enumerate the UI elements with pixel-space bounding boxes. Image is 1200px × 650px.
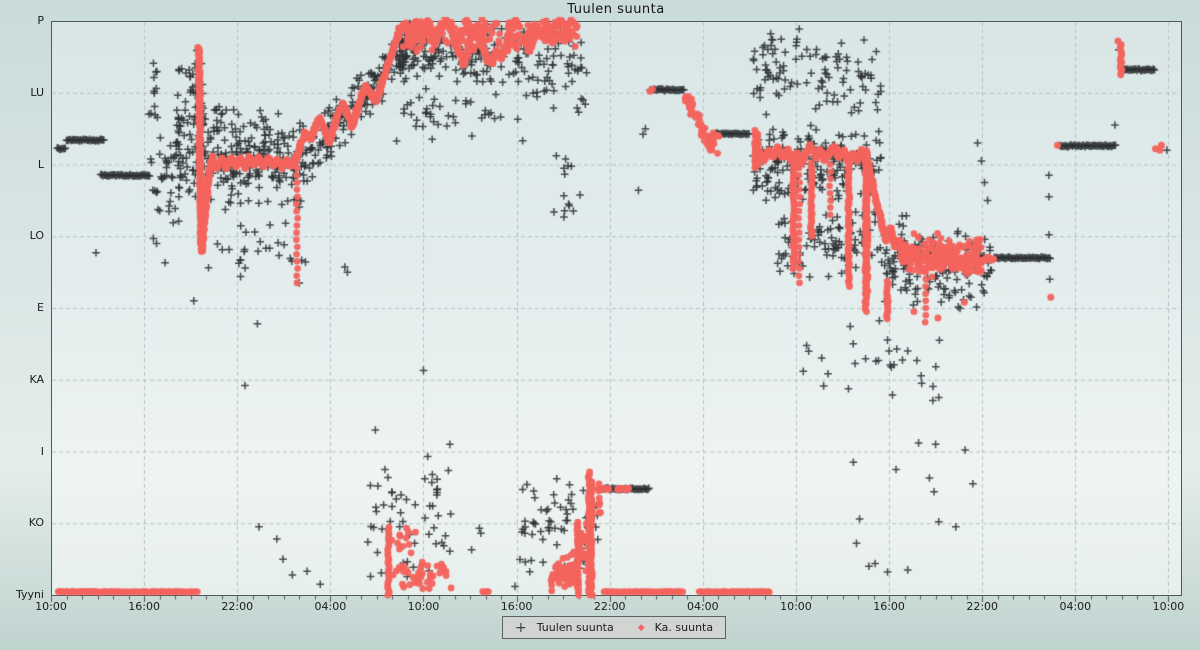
legend-label-avg: Ka. suunta <box>655 621 713 634</box>
wind-direction-chart: Tuulen suunta PLULLOEKAIKOTyyni 10:0016:… <box>0 0 1200 650</box>
plus-marker-icon: + <box>515 623 527 633</box>
diamond-marker-icon: ◆ <box>638 623 645 633</box>
chart-canvas <box>0 0 1200 650</box>
legend-label-wind: Tuulen suunta <box>537 621 628 634</box>
legend: + Tuulen suunta ◆ Ka. suunta <box>502 616 726 639</box>
